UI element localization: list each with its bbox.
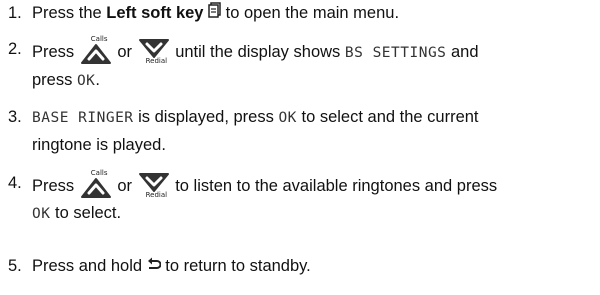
step-text: to listen to the available ringtones and… bbox=[170, 177, 498, 195]
step-number: 4. bbox=[8, 174, 22, 192]
step-number: 5. bbox=[8, 257, 22, 275]
step-number: 1. bbox=[8, 4, 22, 22]
lcd-text: BASE RINGER bbox=[32, 110, 134, 126]
step-text: Press bbox=[32, 43, 79, 61]
step-text: to return to standby. bbox=[160, 257, 311, 275]
step-text: ringtone is played. bbox=[32, 136, 166, 154]
step-text: is displayed, press bbox=[133, 108, 279, 126]
left-soft-key-label: Left soft key bbox=[106, 4, 204, 22]
lcd-text: OK bbox=[278, 110, 297, 126]
step-number: 2. bbox=[8, 40, 22, 58]
step-text: to open the main menu. bbox=[221, 4, 400, 22]
step-text: . bbox=[95, 71, 100, 89]
up-arrow-calls-icon: Calls bbox=[79, 36, 113, 66]
step-text: Press bbox=[32, 177, 79, 195]
step-text: or bbox=[112, 43, 137, 61]
step-text: and bbox=[446, 43, 479, 61]
step-text: press bbox=[32, 71, 77, 89]
step-text: or bbox=[112, 177, 137, 195]
lcd-text: OK bbox=[76, 73, 96, 89]
redial-caption: Redial bbox=[145, 191, 168, 199]
step-number: 3. bbox=[8, 108, 22, 126]
step-text: Press the bbox=[32, 4, 107, 22]
lcd-text: BS SETTINGS bbox=[344, 45, 447, 61]
redial-caption: Redial bbox=[145, 57, 168, 65]
down-arrow-redial-icon: Redial bbox=[137, 170, 171, 200]
down-arrow-redial-icon: Redial bbox=[137, 36, 171, 66]
step-text: to select and the current bbox=[296, 108, 479, 126]
step-text: to select. bbox=[50, 204, 122, 222]
lcd-text: OK bbox=[32, 206, 51, 222]
menu-softkey-icon bbox=[208, 0, 221, 27]
back-arrow-icon bbox=[147, 253, 162, 280]
up-arrow-calls-icon: Calls bbox=[79, 170, 113, 200]
step-text: Press and hold bbox=[32, 257, 147, 275]
step-text: until the display shows bbox=[170, 43, 345, 61]
